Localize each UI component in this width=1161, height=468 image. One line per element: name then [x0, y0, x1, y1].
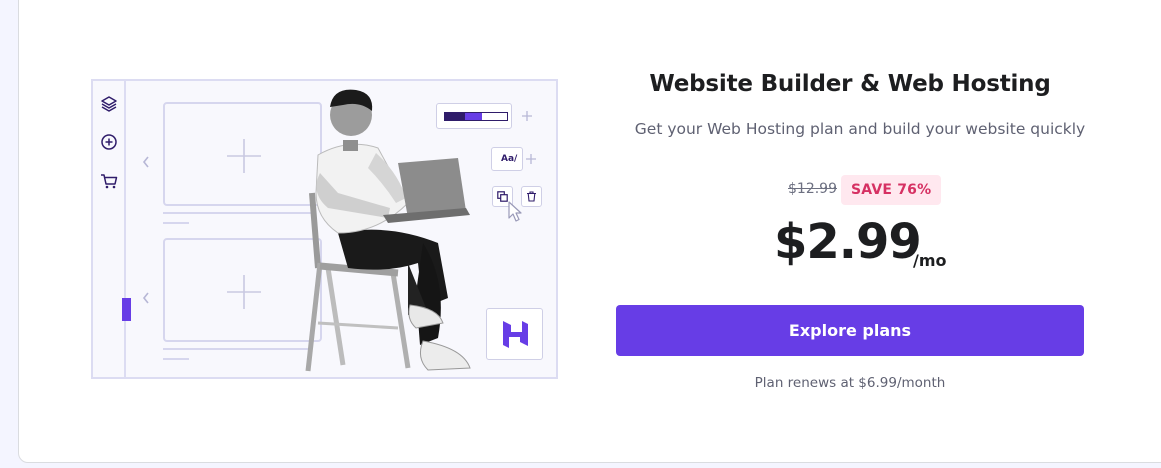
person-with-laptop-image: [305, 89, 471, 372]
plus-icon: [526, 154, 536, 164]
price-period: /mo: [913, 251, 947, 270]
website-builder-illustration: Aa/: [91, 79, 558, 379]
offer-title: Website Builder & Web Hosting: [649, 71, 1051, 97]
chevron-left-icon: [142, 156, 149, 168]
trash-icon: [527, 191, 536, 202]
add-circle-icon: [101, 134, 117, 150]
plus-icon: [522, 111, 532, 121]
explore-plans-button[interactable]: Explore plans: [616, 305, 1084, 356]
original-price: $12.99: [788, 181, 837, 197]
divider: [163, 212, 311, 214]
divider: [163, 358, 189, 360]
discount-badge: SAVE 76%: [841, 175, 942, 205]
cart-icon: [101, 174, 118, 189]
delete-tool: [521, 186, 542, 207]
layers-icon: [101, 96, 117, 112]
builder-sidebar: [93, 81, 126, 377]
chevron-left-icon: [142, 292, 149, 304]
offer-subtitle: Get your Web Hosting plan and build your…: [634, 120, 1086, 138]
current-price: $2.99: [774, 214, 922, 270]
renewal-note: Plan renews at $6.99/month: [754, 375, 946, 391]
plus-icon: [227, 139, 261, 173]
active-layer-marker: [122, 298, 131, 321]
plus-icon: [227, 275, 261, 309]
divider: [163, 348, 311, 350]
divider: [163, 222, 189, 224]
